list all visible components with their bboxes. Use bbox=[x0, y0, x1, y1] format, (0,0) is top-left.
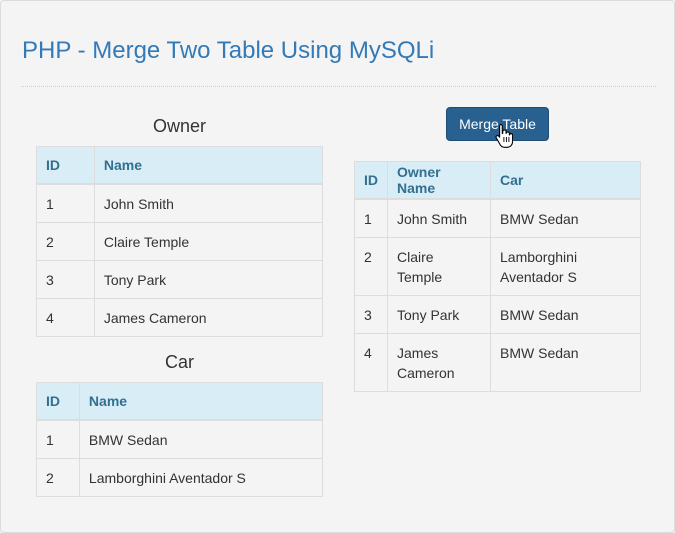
merged-id-cell: 3 bbox=[354, 294, 388, 334]
owner-table-header-row: ID Name bbox=[36, 146, 324, 185]
car-col-name-header: Name bbox=[78, 382, 324, 421]
merged-id-cell: 1 bbox=[354, 198, 388, 238]
merge-table-button[interactable]: Merge Table bbox=[446, 107, 549, 141]
merged-car-cell: BMW Sedan bbox=[490, 294, 641, 334]
merged-owner-cell: Claire Temple bbox=[387, 236, 491, 296]
car-id-cell: 1 bbox=[36, 419, 80, 459]
car-table: ID Name 1 BMW Sedan 2 Lamborghini Aventa… bbox=[36, 382, 324, 497]
owner-id-cell: 2 bbox=[36, 221, 95, 261]
page-title: PHP - Merge Two Table Using MySQLi bbox=[22, 37, 435, 64]
car-table-header-row: ID Name bbox=[36, 382, 324, 421]
page-panel: PHP - Merge Two Table Using MySQLi Owner… bbox=[0, 0, 675, 533]
car-table-caption: Car bbox=[164, 352, 194, 372]
owner-name-cell: James Cameron bbox=[93, 297, 324, 337]
table-row: 3 Tony Park BMW Sedan bbox=[354, 294, 641, 334]
car-id-cell: 2 bbox=[36, 457, 80, 497]
owner-col-name-header: Name bbox=[93, 146, 324, 185]
merged-car-cell: BMW Sedan bbox=[490, 198, 641, 238]
table-row: 4 James Cameron bbox=[36, 297, 324, 337]
table-row: 1 BMW Sedan bbox=[36, 419, 324, 459]
owner-name-cell: Claire Temple bbox=[93, 221, 324, 261]
merged-col-id-header: ID bbox=[354, 161, 388, 200]
merged-col-owner-header: Owner Name bbox=[387, 161, 491, 200]
table-row: 1 John Smith BMW Sedan bbox=[354, 198, 641, 238]
owner-table-caption: Owner bbox=[152, 116, 206, 136]
merged-owner-cell: James Cameron bbox=[387, 332, 491, 392]
merged-id-cell: 2 bbox=[354, 236, 388, 296]
merged-owner-cell: Tony Park bbox=[387, 294, 491, 334]
table-row: 4 James Cameron BMW Sedan bbox=[354, 332, 641, 392]
merged-id-cell: 4 bbox=[354, 332, 388, 392]
table-row: 2 Claire Temple Lamborghini Aventador S bbox=[354, 236, 641, 296]
owner-id-cell: 4 bbox=[36, 297, 95, 337]
table-row: 3 Tony Park bbox=[36, 259, 324, 299]
merged-col-car-header: Car bbox=[490, 161, 641, 200]
owner-id-cell: 1 bbox=[36, 183, 95, 223]
table-row: 1 John Smith bbox=[36, 183, 324, 223]
owner-id-cell: 3 bbox=[36, 259, 95, 299]
table-row: 2 Claire Temple bbox=[36, 221, 324, 261]
car-col-id-header: ID bbox=[36, 382, 80, 421]
owner-name-cell: John Smith bbox=[93, 183, 324, 223]
merged-car-cell: BMW Sedan bbox=[490, 332, 641, 392]
merged-table: ID Owner Name Car 1 John Smith BMW Sedan… bbox=[354, 161, 641, 392]
owner-col-id-header: ID bbox=[36, 146, 95, 185]
merged-car-cell: Lamborghini Aventador S bbox=[490, 236, 641, 296]
merged-table-header-row: ID Owner Name Car bbox=[354, 161, 641, 200]
owner-name-cell: Tony Park bbox=[93, 259, 324, 299]
merged-owner-cell: John Smith bbox=[387, 198, 491, 238]
owner-table: ID Name 1 John Smith 2 Claire Temple 3 T… bbox=[36, 146, 324, 337]
car-name-cell: Lamborghini Aventador S bbox=[78, 457, 324, 497]
divider bbox=[21, 86, 656, 87]
car-name-cell: BMW Sedan bbox=[78, 419, 324, 459]
table-row: 2 Lamborghini Aventador S bbox=[36, 457, 324, 497]
